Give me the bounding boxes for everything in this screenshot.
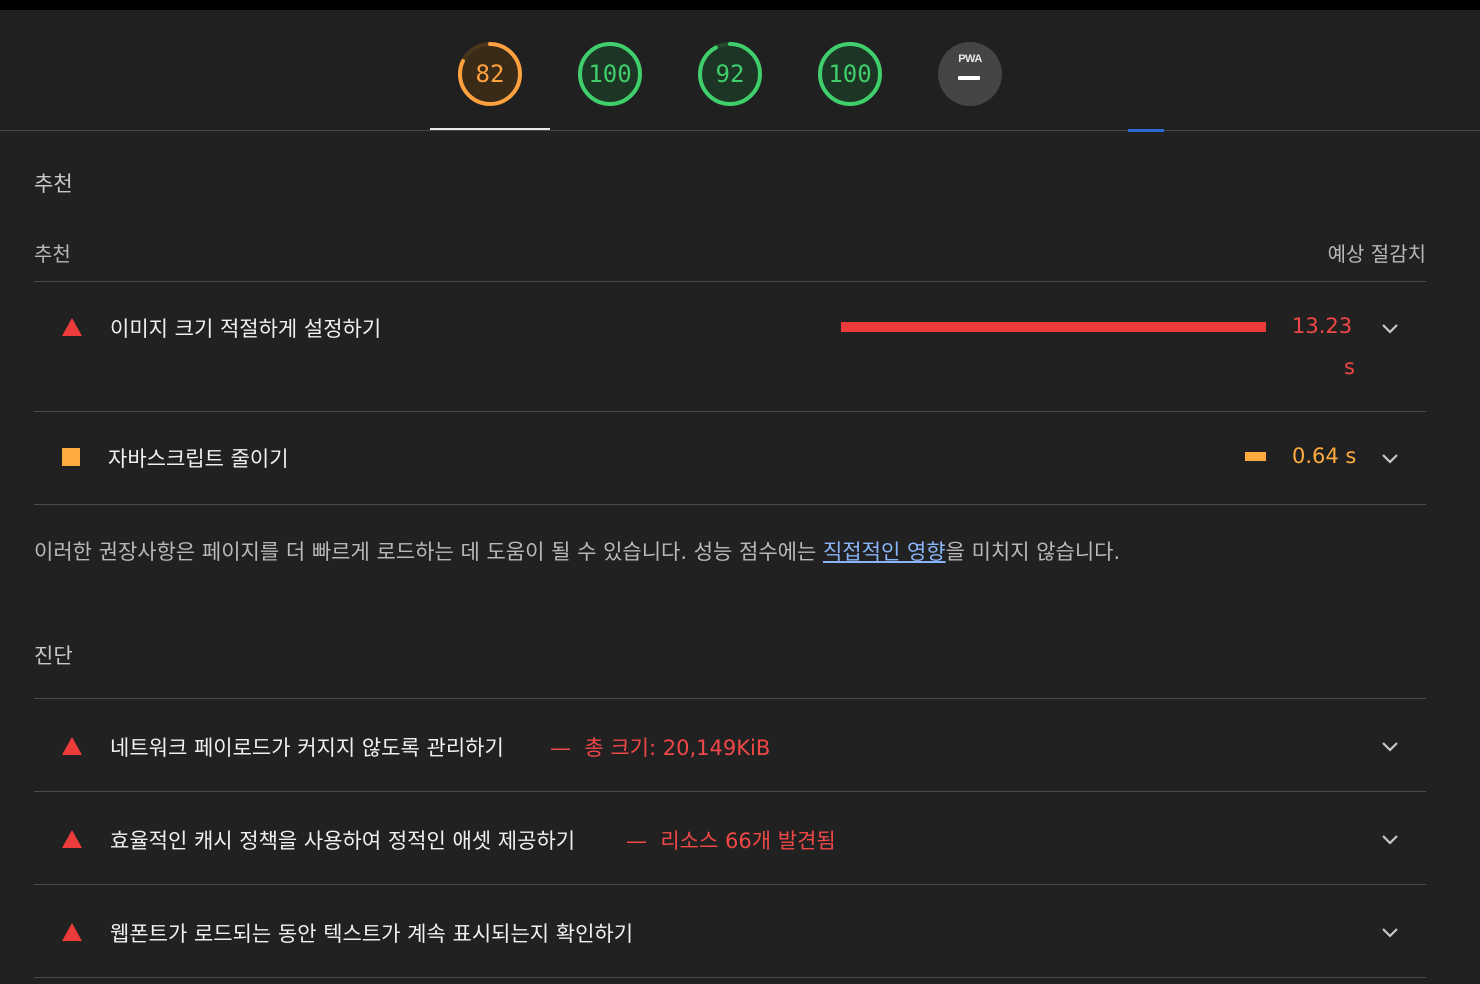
audit-title[interactable]: 이미지 크기 적절하게 설정하기 <box>110 313 381 343</box>
chevron-down-icon[interactable] <box>1378 920 1402 944</box>
score-value: 100 <box>588 60 632 88</box>
column-header-savings: 예상 절감치 <box>1327 242 1426 266</box>
savings-unit: s <box>1344 355 1355 379</box>
chevron-down-icon[interactable] <box>1378 827 1402 851</box>
score-gauge-performance[interactable]: 82 <box>456 40 524 108</box>
detail-text: 총 크기: 20,149KiB <box>584 736 771 760</box>
savings-value: 0.64 s <box>1292 444 1357 468</box>
description-text: 을 미치지 않습니다. <box>945 540 1121 564</box>
score-value: 100 <box>828 60 872 88</box>
score-value: 92 <box>715 60 745 88</box>
pwa-badge <box>938 42 1002 106</box>
score-gauge-best-practices[interactable]: 92 <box>696 40 764 108</box>
score-gauge-pwa[interactable]: PWA <box>936 40 1004 108</box>
active-tab-indicator <box>430 128 550 130</box>
audit-title[interactable]: 네트워크 페이로드가 커지지 않도록 관리하기 <box>110 732 504 762</box>
score-gauge-seo[interactable]: 100 <box>816 40 884 108</box>
audit-detail: — 리소스 66개 발견됨 <box>626 825 836 855</box>
section-title-diagnostics: 진단 <box>34 644 73 668</box>
scrollbar-peek <box>1128 129 1164 132</box>
savings-value: 13.23 <box>1292 314 1353 338</box>
section-title-opportunities: 추천 <box>34 172 73 196</box>
chevron-down-icon[interactable] <box>1378 446 1402 470</box>
savings-bar <box>841 322 1266 332</box>
fail-triangle-icon <box>62 318 82 336</box>
divider <box>34 281 1426 282</box>
column-header-opportunity: 추천 <box>34 242 71 266</box>
description-text: 이러한 권장사항은 페이지를 더 빠르게 로드하는 데 도움이 될 수 있습니다… <box>34 540 823 564</box>
score-gauges-bar: 82 100 92 100 PWA <box>0 10 1480 131</box>
divider <box>34 411 1426 412</box>
score-value: 82 <box>475 60 505 88</box>
fail-triangle-icon <box>62 830 82 848</box>
divider <box>34 977 1426 978</box>
detail-text: 리소스 66개 발견됨 <box>660 829 836 853</box>
chevron-down-icon[interactable] <box>1378 316 1402 340</box>
divider <box>34 698 1426 699</box>
divider <box>34 791 1426 792</box>
chevron-down-icon[interactable] <box>1378 734 1402 758</box>
fail-triangle-icon <box>62 923 82 941</box>
opportunities-description: 이러한 권장사항은 페이지를 더 빠르게 로드하는 데 도움이 될 수 있습니다… <box>34 536 1120 566</box>
detail-dash: — <box>550 736 571 760</box>
pwa-dash-icon <box>958 76 980 80</box>
average-square-icon <box>62 448 80 466</box>
direct-impact-link[interactable]: 직접적인 영향 <box>823 540 946 564</box>
pwa-label: PWA <box>958 53 982 65</box>
audit-detail: — 총 크기: 20,149KiB <box>550 732 770 762</box>
divider <box>34 884 1426 885</box>
fail-triangle-icon <box>62 737 82 755</box>
detail-dash: — <box>626 829 647 853</box>
divider <box>34 504 1426 505</box>
window-top-edge <box>0 0 1480 10</box>
savings-bar <box>1244 452 1266 461</box>
audit-title[interactable]: 웹폰트가 로드되는 동안 텍스트가 계속 표시되는지 확인하기 <box>110 918 633 948</box>
score-gauge-accessibility[interactable]: 100 <box>576 40 644 108</box>
audit-title[interactable]: 효율적인 캐시 정책을 사용하여 정적인 애셋 제공하기 <box>110 825 575 855</box>
audit-title[interactable]: 자바스크립트 줄이기 <box>108 443 289 473</box>
